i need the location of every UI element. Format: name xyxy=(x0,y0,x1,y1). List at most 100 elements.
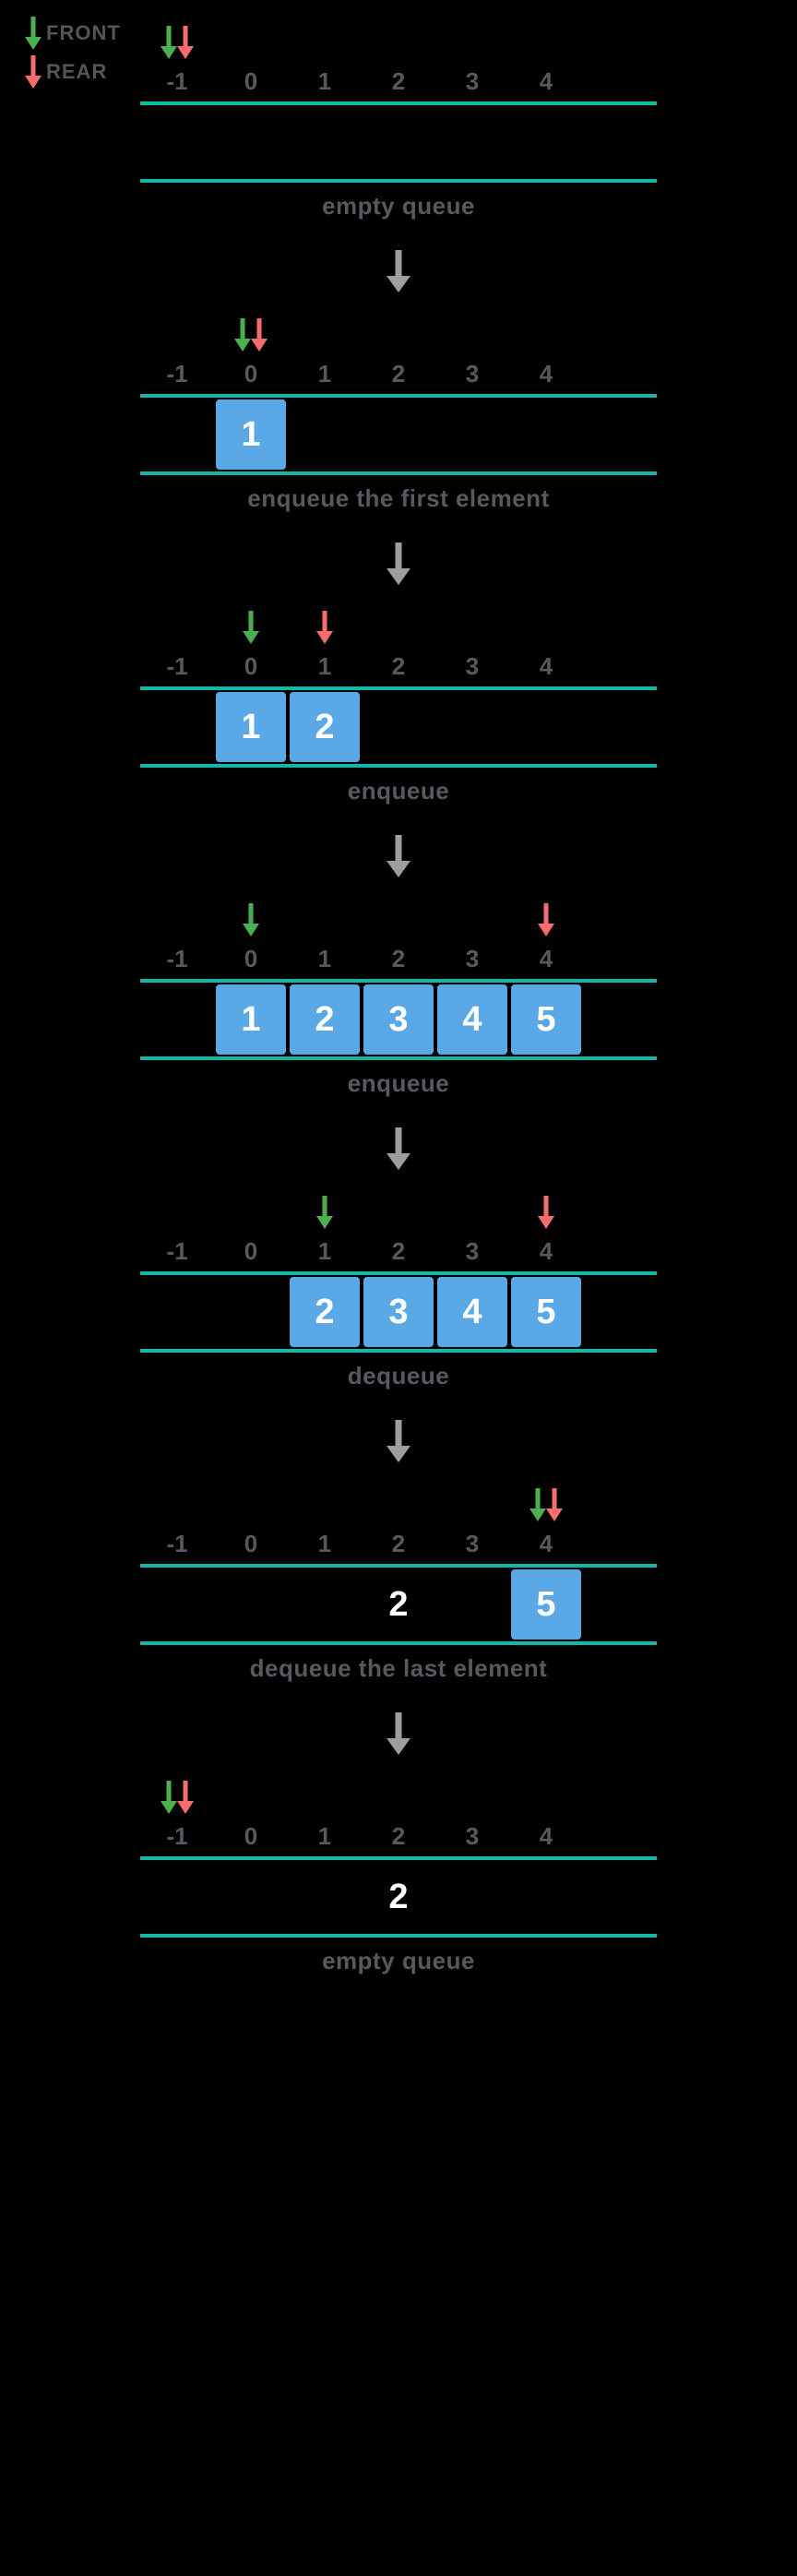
pointer-row xyxy=(140,26,657,63)
pointer-slot xyxy=(435,1196,509,1233)
queue-cell-empty xyxy=(362,690,435,764)
pointer-slot xyxy=(214,26,288,63)
index-label: -1 xyxy=(140,1530,214,1558)
rear-pointer-icon xyxy=(541,1196,552,1229)
pointer-slot xyxy=(362,903,435,940)
index-label: 3 xyxy=(435,945,509,973)
index-label: 2 xyxy=(362,1530,435,1558)
pointer-slot xyxy=(362,318,435,355)
index-row: -101234 xyxy=(140,65,657,101)
queue-cell-empty xyxy=(288,105,362,179)
queue-cell-empty xyxy=(509,690,583,764)
stage-caption: enqueue xyxy=(140,1069,657,1098)
front-pointer-icon xyxy=(532,1488,543,1521)
queue-cell-empty xyxy=(435,105,509,179)
pointer-slot xyxy=(214,1781,288,1818)
pointer-row xyxy=(140,903,657,940)
queue-cell-filled: 3 xyxy=(362,1275,435,1349)
queue-cell-filled: 5 xyxy=(509,1568,583,1641)
index-label: 4 xyxy=(509,945,583,973)
index-row: -101234 xyxy=(140,357,657,394)
index-label: 1 xyxy=(288,945,362,973)
queue-cell-filled: 4 xyxy=(435,1275,509,1349)
rail-bottom xyxy=(140,1056,657,1060)
pointer-slot xyxy=(435,26,509,63)
pointer-slot xyxy=(288,1781,362,1818)
pointer-slot xyxy=(435,1488,509,1525)
stage-connector xyxy=(389,1712,408,1757)
index-label: 2 xyxy=(362,1822,435,1851)
rail-bottom xyxy=(140,179,657,183)
queue-stage: -10123412enqueue xyxy=(140,603,657,805)
front-pointer-icon xyxy=(163,1781,174,1814)
pointer-row xyxy=(140,611,657,648)
pointer-slot xyxy=(140,26,214,63)
index-label: 1 xyxy=(288,652,362,681)
queue-cell-empty xyxy=(435,398,509,471)
stage-caption: empty queue xyxy=(140,1947,657,1975)
queue-cell-filled: 5 xyxy=(509,983,583,1056)
rear-pointer-icon xyxy=(541,903,552,936)
legend-rear: REAR xyxy=(28,55,121,89)
index-label: 4 xyxy=(509,360,583,388)
queue-cell-empty xyxy=(509,105,583,179)
arrow-down-icon xyxy=(389,1127,408,1172)
index-row: -101234 xyxy=(140,942,657,979)
index-label: 1 xyxy=(288,1822,362,1851)
cells-row: 25 xyxy=(140,1568,657,1641)
index-label: 3 xyxy=(435,67,509,96)
pointer-row xyxy=(140,1488,657,1525)
ghost-column xyxy=(140,690,214,764)
index-label: 2 xyxy=(362,67,435,96)
pointer-slot xyxy=(362,1488,435,1525)
cells-row: 1 xyxy=(140,398,657,471)
rail-bottom xyxy=(140,471,657,475)
pointer-slot xyxy=(362,1781,435,1818)
legend: FRONT REAR xyxy=(28,17,121,94)
pointer-slot xyxy=(140,1488,214,1525)
queue-cell-empty xyxy=(362,105,435,179)
arrow-down-icon xyxy=(28,55,39,89)
index-label: 4 xyxy=(509,1530,583,1558)
arrow-down-icon xyxy=(28,17,39,50)
index-label: -1 xyxy=(140,945,214,973)
queue-cell-empty xyxy=(509,398,583,471)
front-pointer-icon xyxy=(237,318,248,352)
stage-caption: enqueue the first element xyxy=(140,484,657,513)
pointer-slot xyxy=(214,1488,288,1525)
queue-cell-filled: 1 xyxy=(214,398,288,471)
index-label: 2 xyxy=(362,360,435,388)
ghost-value: 2 xyxy=(362,1568,435,1641)
stage-caption: dequeue the last element xyxy=(140,1654,657,1683)
front-pointer-icon xyxy=(319,1196,330,1229)
rear-pointer-icon xyxy=(319,611,330,644)
index-label: 3 xyxy=(435,1822,509,1851)
pointer-slot xyxy=(509,318,583,355)
index-label: 0 xyxy=(214,945,288,973)
stage-connector xyxy=(389,1420,408,1464)
index-label: 2 xyxy=(362,945,435,973)
pointer-slot xyxy=(288,611,362,648)
queue-cell-empty xyxy=(288,398,362,471)
index-label: 3 xyxy=(435,1530,509,1558)
index-label: 0 xyxy=(214,1530,288,1558)
pointer-slot xyxy=(435,1781,509,1818)
ghost-column xyxy=(140,1860,214,1934)
rear-pointer-icon xyxy=(254,318,265,352)
pointer-slot xyxy=(509,903,583,940)
rail-bottom xyxy=(140,1641,657,1645)
rail-bottom xyxy=(140,764,657,768)
queue-stage: -101234empty queue xyxy=(140,18,657,221)
pointer-slot xyxy=(140,611,214,648)
index-row: -101234 xyxy=(140,1234,657,1271)
pointer-row xyxy=(140,318,657,355)
pointer-slot xyxy=(140,318,214,355)
queue-cell-filled: 1 xyxy=(214,983,288,1056)
pointer-slot xyxy=(435,318,509,355)
arrow-down-icon xyxy=(389,250,408,294)
pointer-slot xyxy=(214,903,288,940)
index-label: -1 xyxy=(140,652,214,681)
index-label: 1 xyxy=(288,1237,362,1266)
index-row: -101234 xyxy=(140,1819,657,1856)
pointer-slot xyxy=(288,1196,362,1233)
